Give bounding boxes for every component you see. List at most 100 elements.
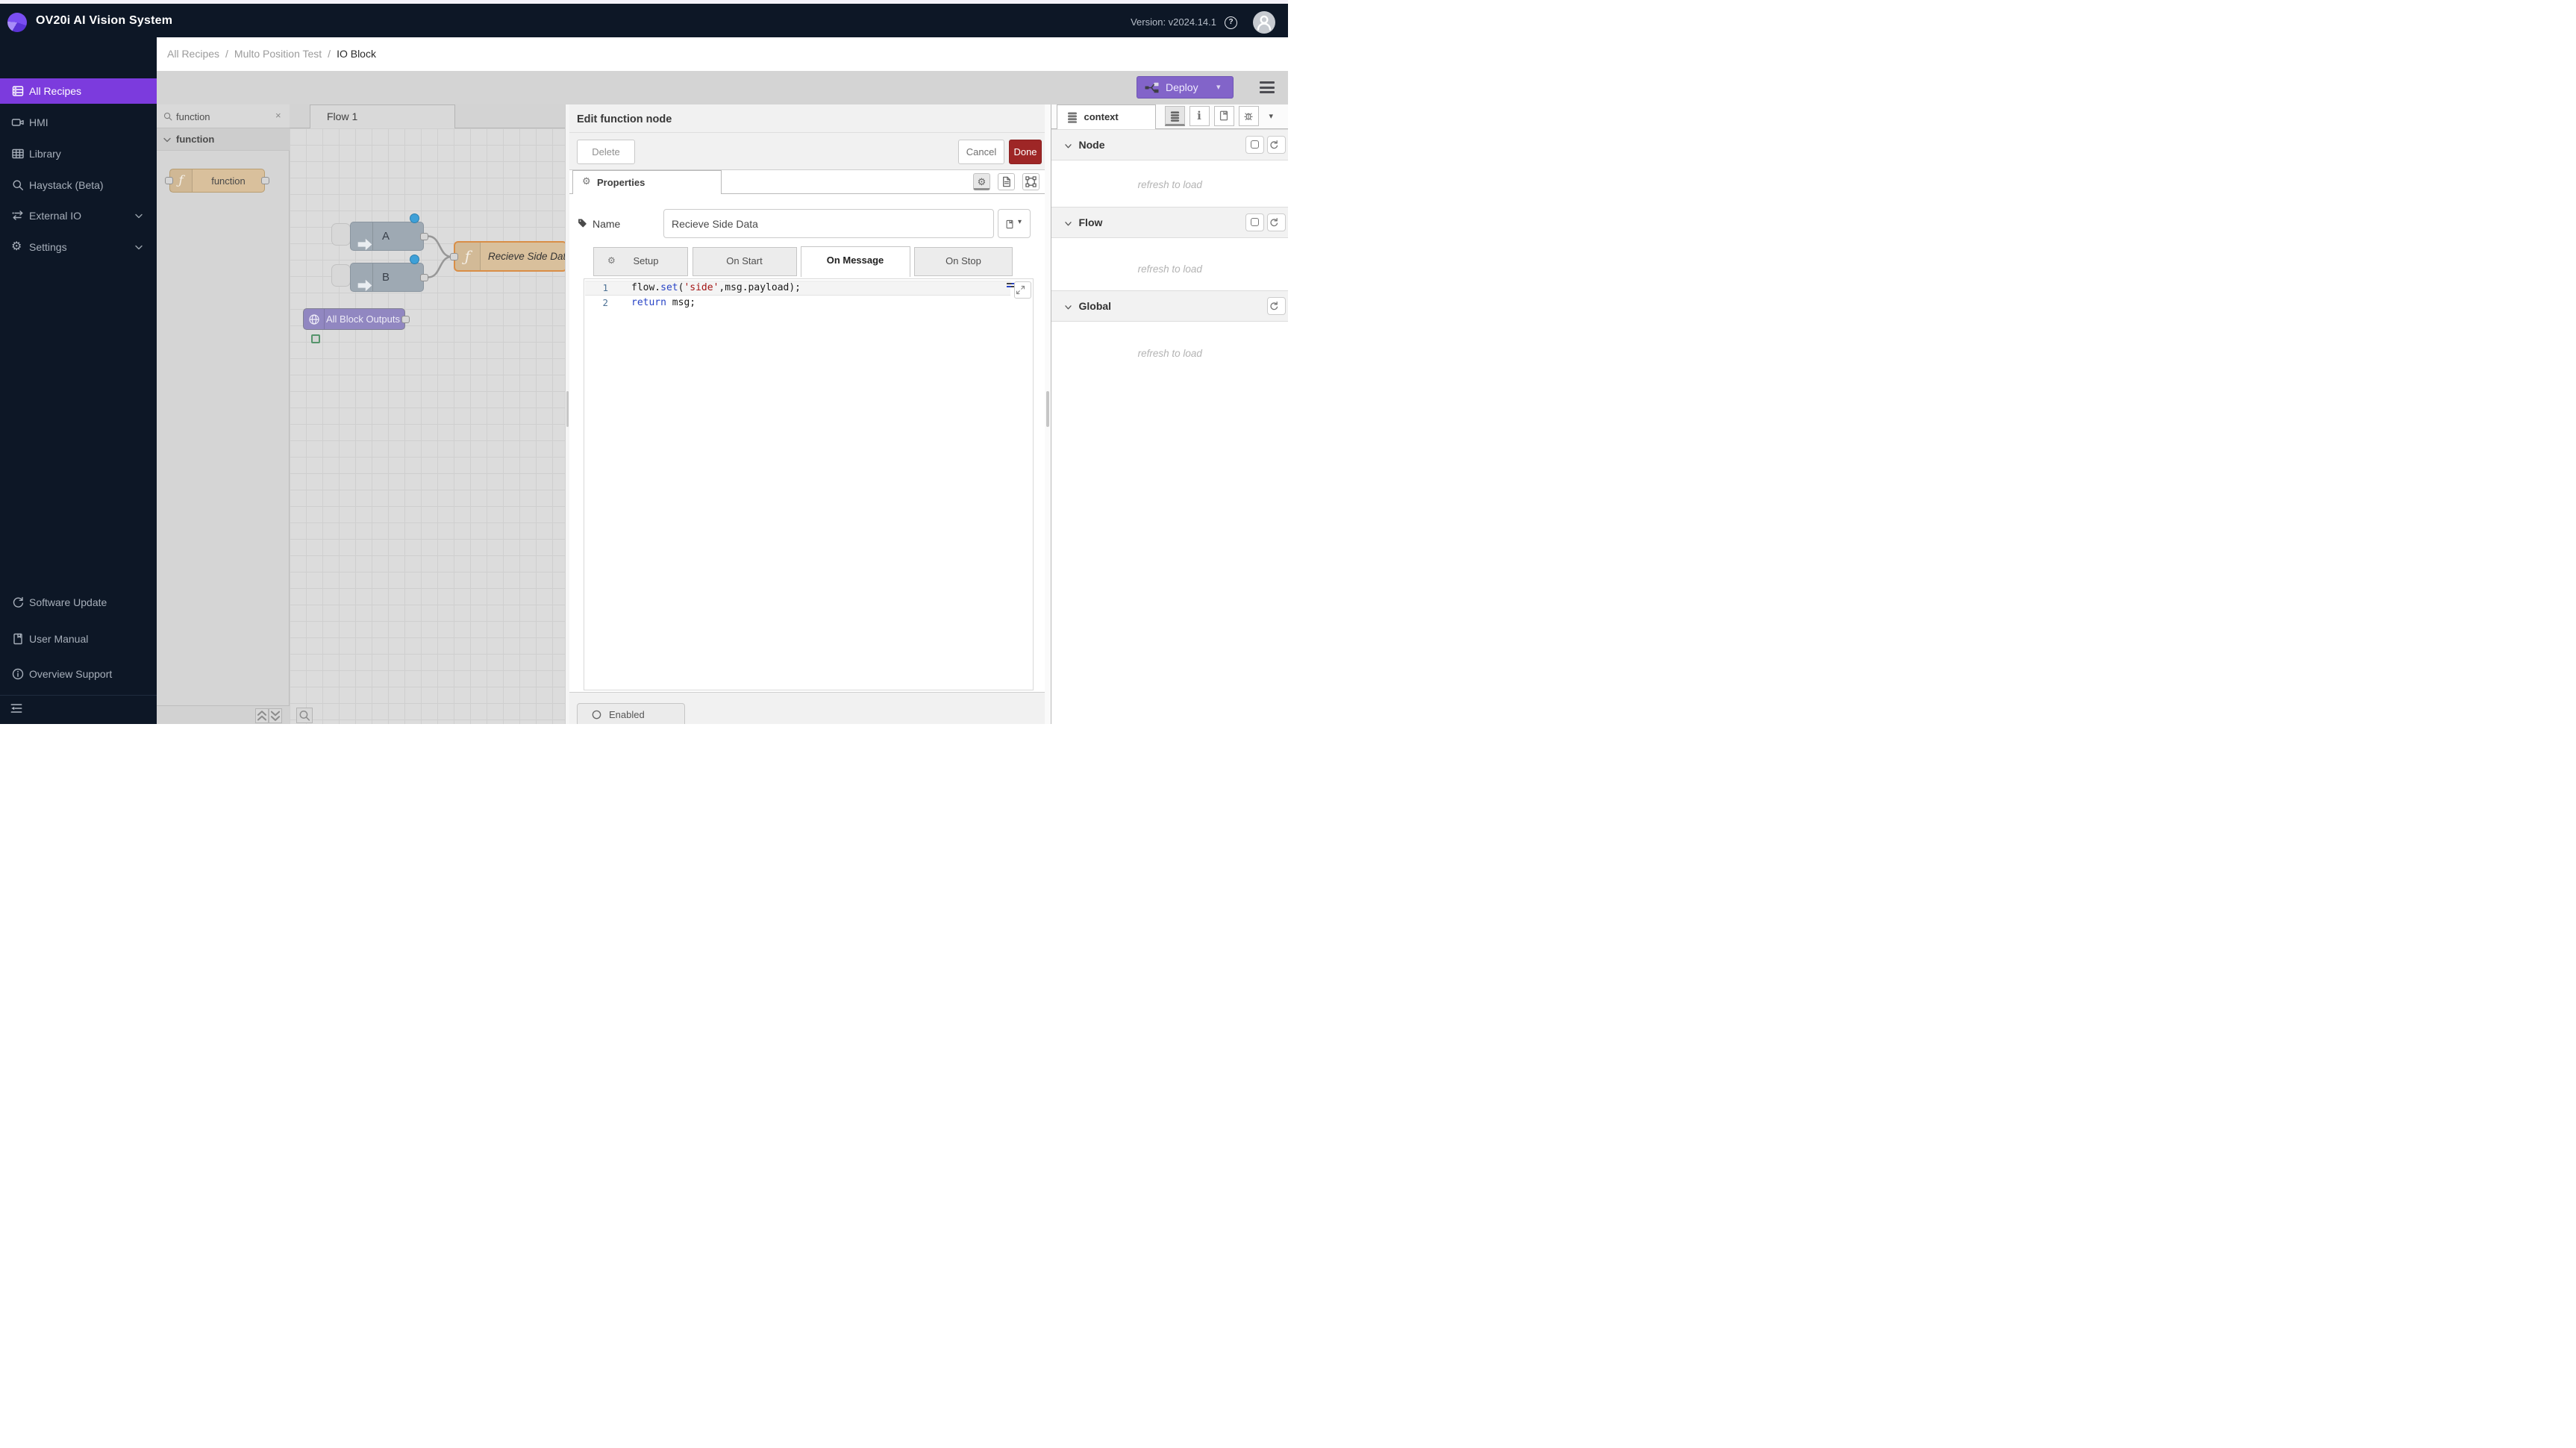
palette-search-input[interactable] [176, 109, 273, 124]
node-b[interactable]: B [350, 263, 424, 292]
sidebar-item-library[interactable]: Library [0, 141, 157, 166]
edit-dialog-body: ⚙ Properties ⚙ Name [569, 170, 1045, 692]
node-palette [157, 104, 290, 724]
menu-button[interactable] [1260, 81, 1275, 93]
label-picker-button[interactable]: ▾ [998, 209, 1031, 238]
line-number: 1 [586, 282, 608, 293]
node-all-block-outputs[interactable]: All Block Outputs [303, 308, 405, 330]
sidebar-item-user-manual[interactable]: User Manual [0, 626, 157, 652]
canvas-search-button[interactable] [296, 708, 313, 723]
sidebar-item-overview-support[interactable]: Overview Support [0, 661, 157, 687]
help-tab-button[interactable] [1214, 106, 1234, 126]
refresh-node-button[interactable] [1267, 136, 1286, 154]
node-a[interactable]: A [350, 222, 424, 251]
breadcrumb-bar: All Recipes/Multo Position Test/IO Block [157, 37, 1288, 71]
menu-fold-icon [9, 701, 24, 716]
avatar[interactable] [1253, 11, 1275, 34]
link-target-marker [311, 334, 320, 343]
chevron-down-icon [1064, 305, 1072, 310]
section-node[interactable]: Node [1051, 129, 1289, 160]
app-title: OV20i AI Vision System [36, 14, 172, 28]
node-a-output-port[interactable] [420, 233, 428, 240]
external-io-icon [11, 209, 25, 222]
tab-setup[interactable]: ⚙ Setup [593, 247, 688, 276]
node-recieve-side-data[interactable]: ƒ Recieve Side Data [454, 241, 567, 272]
square-icon [1251, 140, 1259, 149]
section-global[interactable]: Global [1051, 290, 1289, 322]
app-sidebar: All Recipes HMI Library Haystack (Beta) … [0, 37, 157, 724]
code-line-1: flow.set('side',msg.payload); [631, 282, 801, 293]
palette-node-function[interactable]: ƒ function [169, 169, 265, 193]
cancel-button[interactable]: Cancel [958, 140, 1004, 164]
enabled-toggle-button[interactable]: Enabled [577, 703, 685, 724]
chevron-down-icon [134, 213, 143, 219]
collapse-all-categories-button[interactable] [255, 708, 269, 723]
description-button[interactable] [998, 173, 1015, 190]
database-icon [1169, 110, 1181, 122]
sidebar-caret-icon[interactable]: ▾ [1269, 111, 1274, 121]
expand-all-categories-button[interactable] [269, 708, 282, 723]
info-icon [11, 667, 25, 681]
output-node-port[interactable] [401, 316, 410, 323]
person-icon [1253, 11, 1275, 34]
tab-on-message[interactable]: On Message [801, 246, 910, 277]
help-icon[interactable]: ? [1225, 16, 1237, 29]
debug-tab-button[interactable] [1239, 106, 1259, 126]
open-window-button[interactable] [1245, 136, 1264, 154]
deploy-caret-icon[interactable]: ▾ [1216, 82, 1221, 92]
book-icon [1218, 110, 1230, 122]
context-tab-button[interactable] [1165, 106, 1185, 126]
refresh-icon [1268, 217, 1279, 228]
expand-icon [1015, 284, 1026, 296]
globe-icon [304, 309, 325, 329]
info-tab-button[interactable]: i [1189, 106, 1210, 126]
app-window: OV20i AI Vision System Version: v2024.14… [0, 0, 1288, 724]
clear-search-icon[interactable]: × [275, 110, 281, 121]
sidebar-item-haystack[interactable]: Haystack (Beta) [0, 172, 157, 198]
edit-dialog-footer: Enabled [569, 692, 1045, 724]
deploy-button[interactable]: Deploy ▾ [1137, 76, 1234, 99]
gear-icon: ⚙ [978, 176, 987, 187]
appearance-button[interactable] [1022, 173, 1040, 190]
name-input[interactable] [663, 209, 994, 238]
scroll-thumb[interactable] [566, 391, 569, 427]
code-editor[interactable]: 1 2 flow.set('side',msg.payload); return… [584, 278, 1034, 690]
palette-node-input-port[interactable] [165, 177, 173, 184]
tab-flow-1[interactable]: Flow 1 [310, 104, 455, 128]
sidebar-item-software-update[interactable]: Software Update [0, 590, 157, 615]
tray-scrollbar[interactable] [1045, 104, 1051, 724]
database-icon [1066, 111, 1078, 123]
sidebar-item-settings[interactable]: ⚙ Settings [0, 234, 157, 260]
tab-on-stop[interactable]: On Stop [914, 247, 1013, 276]
node-b-output-port[interactable] [420, 274, 428, 281]
top-bar: OV20i AI Vision System Version: v2024.14… [0, 4, 1288, 37]
open-window-button[interactable] [1245, 213, 1264, 231]
search-icon [11, 178, 25, 192]
gear-icon: ⚙ [582, 175, 591, 187]
refresh-flow-button[interactable] [1267, 213, 1286, 231]
section-flow[interactable]: Flow [1051, 207, 1289, 238]
function-input-port[interactable] [450, 253, 458, 260]
sidebar-item-all-recipes[interactable]: All Recipes [0, 78, 157, 104]
refresh-global-button[interactable] [1267, 297, 1286, 315]
breadcrumb-recipe[interactable]: Multo Position Test [234, 48, 322, 60]
delete-button[interactable]: Delete [577, 140, 635, 164]
palette-category-function[interactable]: function [157, 128, 290, 151]
flow-context-placeholder: refresh to load [1051, 263, 1289, 275]
caret-down-icon: ▾ [1018, 218, 1022, 226]
sidebar-item-hmi[interactable]: HMI [0, 110, 157, 135]
collapse-sidebar-button[interactable] [9, 701, 24, 716]
tab-properties[interactable]: ⚙ Properties [572, 170, 722, 194]
tab-context[interactable]: context [1057, 104, 1156, 129]
scroll-thumb[interactable] [1046, 391, 1049, 427]
expand-editor-button[interactable] [1014, 281, 1031, 299]
breadcrumb-all-recipes[interactable]: All Recipes [167, 48, 219, 60]
palette-node-output-port[interactable] [261, 177, 269, 184]
tab-on-start[interactable]: On Start [693, 247, 797, 276]
sidebar-item-external-io[interactable]: External IO [0, 203, 157, 228]
done-button[interactable]: Done [1009, 140, 1042, 164]
line-number: 2 [586, 297, 608, 308]
node-settings-button[interactable]: ⚙ [973, 173, 990, 190]
refresh-icon [1268, 140, 1279, 151]
tag-icon [577, 217, 588, 228]
